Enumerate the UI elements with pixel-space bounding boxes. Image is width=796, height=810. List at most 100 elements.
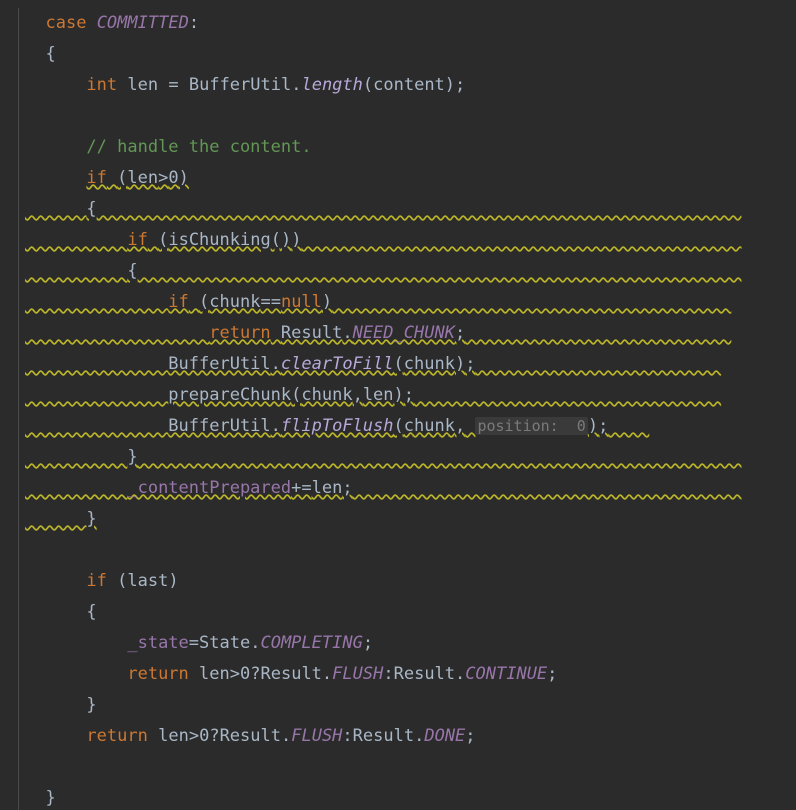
lp-4: ( — [199, 292, 209, 312]
semi-4: ; — [404, 385, 414, 405]
class-result-1: Result — [281, 323, 342, 343]
class-result-5: Result — [353, 726, 414, 746]
comma-1: , — [353, 385, 363, 405]
semi-6: ; — [342, 478, 352, 498]
brace-open-2: { — [86, 199, 96, 219]
rp-1: ) — [445, 75, 455, 95]
op-gt-3: > — [189, 726, 199, 746]
op-gt-2: > — [230, 664, 240, 684]
brace-close-1: } — [45, 788, 55, 808]
rp-7: ) — [588, 416, 598, 436]
class-result-2: Result — [261, 664, 322, 684]
var-chunk-3: chunk — [301, 385, 352, 405]
dot-3: . — [271, 354, 281, 374]
dot-5: . — [250, 633, 260, 653]
rp-5: ) — [455, 354, 465, 374]
lp-1: ( — [363, 75, 373, 95]
semi-9: ; — [465, 726, 475, 746]
semi-3: ; — [465, 354, 475, 374]
lp-7: ( — [394, 416, 404, 436]
field-contentprepared: _contentPrepared — [127, 478, 291, 498]
code-block: case COMMITTED: { int len = BufferUtil.l… — [0, 0, 796, 810]
class-result-3: Result — [394, 664, 455, 684]
class-bufferutil-3: BufferUtil — [168, 416, 270, 436]
dot-4: . — [271, 416, 281, 436]
brace-open-1: { — [45, 44, 55, 64]
lp-6: ( — [291, 385, 301, 405]
lp-3: ( — [158, 230, 168, 250]
kw-return-2: return — [127, 664, 188, 684]
semi-8: ; — [547, 664, 557, 684]
dot-1: . — [291, 75, 301, 95]
kw-null: null — [281, 292, 322, 312]
op-q-1: ? — [250, 664, 260, 684]
rp-6: ) — [394, 385, 404, 405]
kw-if-1: if — [86, 168, 106, 188]
var-len-6: len — [158, 726, 189, 746]
lp-8: ( — [117, 571, 127, 591]
sym-colon: : — [189, 13, 199, 33]
semi-1: ; — [455, 75, 465, 95]
const-continue: CONTINUE — [465, 664, 547, 684]
rp-8: ) — [168, 571, 178, 591]
kw-if-2: if — [127, 230, 147, 250]
brace-close-4: } — [86, 695, 96, 715]
dot-6: . — [322, 664, 332, 684]
lp-3b: ( — [271, 230, 281, 250]
dot-9: . — [414, 726, 424, 746]
call-ischunking: isChunking — [168, 230, 270, 250]
dot-7: . — [455, 664, 465, 684]
semi-2: ; — [455, 323, 465, 343]
op-eq-2: = — [189, 633, 199, 653]
num-0-1: 0 — [168, 168, 178, 188]
var-content: content — [373, 75, 445, 95]
var-len-3: len — [363, 385, 394, 405]
num-0-2: 0 — [240, 664, 250, 684]
kw-if-3: if — [168, 292, 188, 312]
rp-3: ) — [291, 230, 301, 250]
op-colon-1: : — [383, 664, 393, 684]
op-gt-1: > — [158, 168, 168, 188]
method-cleartofill: clearToFill — [281, 354, 394, 374]
brace-close-3: } — [127, 447, 137, 467]
dot-2: . — [342, 323, 352, 343]
brace-open-4: { — [86, 602, 96, 622]
var-chunk-1: chunk — [209, 292, 260, 312]
comma-2: , — [455, 416, 465, 436]
const-done: DONE — [424, 726, 465, 746]
var-last: last — [127, 571, 168, 591]
semi-5: ; — [598, 416, 608, 436]
method-fliptoflush: flipToFlush — [281, 416, 394, 436]
class-bufferutil-1: BufferUtil — [189, 75, 291, 95]
const-needchunk: NEED_CHUNK — [353, 323, 455, 343]
var-chunk-2: chunk — [404, 354, 455, 374]
brace-open-3: { — [127, 261, 137, 281]
var-len: len — [127, 75, 158, 95]
kw-if-4: if — [86, 571, 106, 591]
inline-hint-position: position: 0 — [475, 417, 587, 435]
lp-5: ( — [394, 354, 404, 374]
field-state: _state — [127, 633, 188, 653]
kw-return-3: return — [86, 726, 147, 746]
const-committed: COMMITTED — [97, 13, 189, 33]
rp-3b: ) — [281, 230, 291, 250]
semi-7: ; — [363, 633, 373, 653]
class-result-4: Result — [220, 726, 281, 746]
method-length: length — [301, 75, 362, 95]
num-0-3: 0 — [199, 726, 209, 746]
call-preparechunk: prepareChunk — [168, 385, 291, 405]
op-eqeq: == — [260, 292, 280, 312]
var-len-5: len — [199, 664, 230, 684]
type-int: int — [86, 75, 117, 95]
const-flush-1: FLUSH — [332, 664, 383, 684]
rp-2: ) — [179, 168, 189, 188]
kw-case: case — [45, 13, 86, 33]
rp-4: ) — [322, 292, 332, 312]
brace-close-2: } — [86, 509, 96, 529]
op-colon-2: : — [342, 726, 352, 746]
const-flush-2: FLUSH — [291, 726, 342, 746]
op-pluseq: += — [291, 478, 311, 498]
var-len-2: len — [127, 168, 158, 188]
class-state: State — [199, 633, 250, 653]
lp-2: ( — [117, 168, 127, 188]
